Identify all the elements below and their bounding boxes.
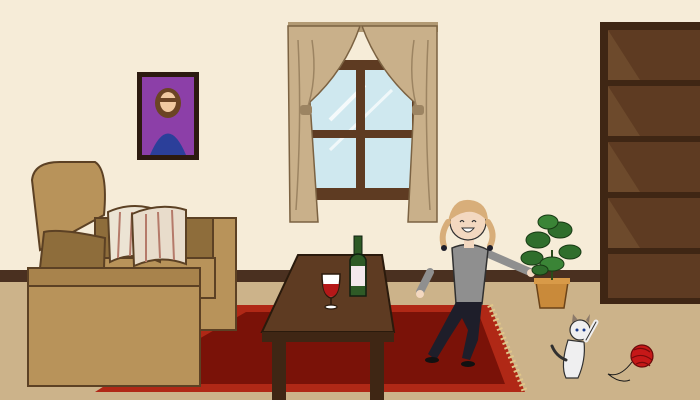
cushions[interactable] — [106, 205, 187, 268]
framed-portrait[interactable] — [137, 72, 199, 160]
living-room-scene — [0, 0, 700, 400]
bookshelf[interactable] — [600, 22, 700, 304]
